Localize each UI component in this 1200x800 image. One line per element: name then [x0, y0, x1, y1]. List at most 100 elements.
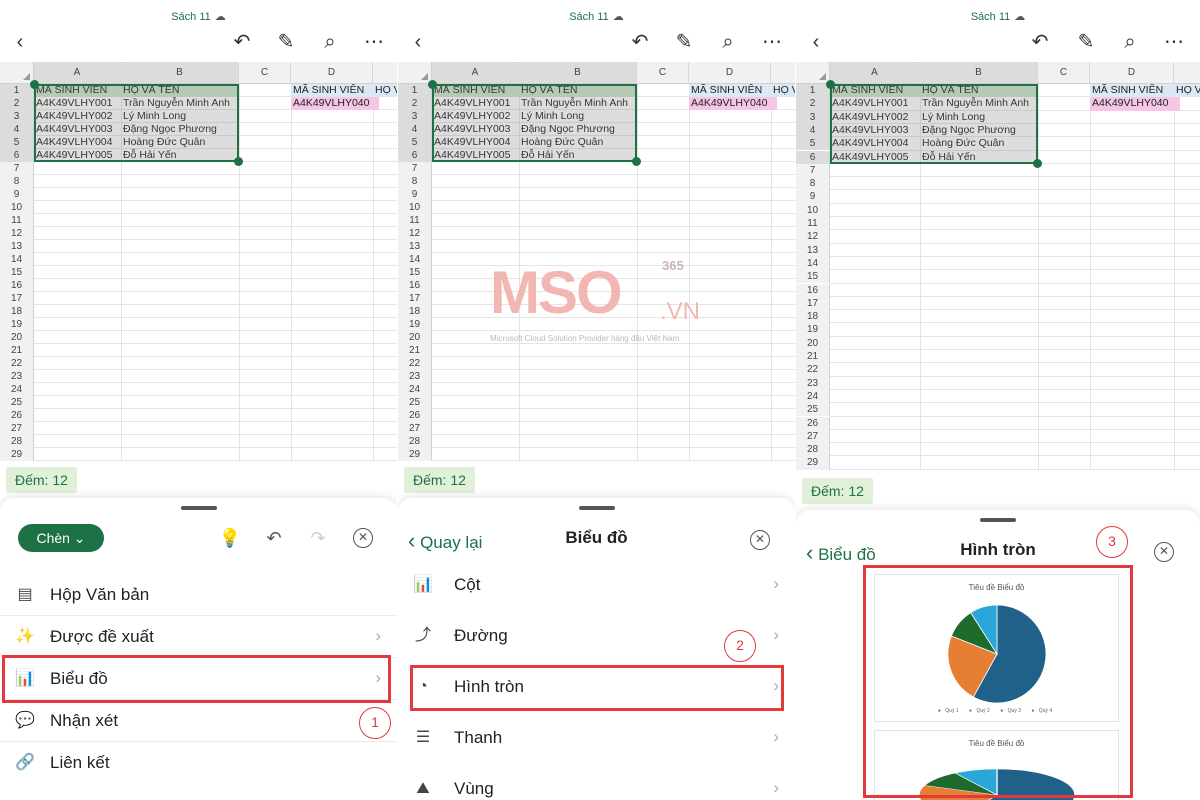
column-header[interactable]: A — [830, 62, 920, 84]
row-header[interactable]: 5 — [398, 136, 432, 149]
row-header[interactable]: 5 — [0, 136, 34, 149]
row-header[interactable]: 23 — [0, 370, 34, 383]
row-header[interactable]: 22 — [796, 363, 830, 377]
insert-dropdown-button[interactable]: Chèn ⌄ — [18, 524, 104, 552]
row-header[interactable]: 28 — [796, 443, 830, 457]
row-header[interactable]: 16 — [398, 279, 432, 292]
search-icon[interactable]: ⌕ — [716, 30, 740, 54]
column-header[interactable]: B — [519, 62, 637, 84]
row-header[interactable]: 28 — [398, 435, 432, 448]
row-header[interactable]: 23 — [796, 376, 830, 390]
column-header[interactable]: D — [1090, 62, 1174, 84]
row-header[interactable]: 11 — [398, 214, 432, 227]
row-header[interactable]: 16 — [0, 279, 34, 292]
row-header[interactable]: 26 — [398, 409, 432, 422]
column-header[interactable] — [373, 62, 397, 84]
row-header[interactable]: 20 — [796, 336, 830, 350]
row-header[interactable]: 1 — [398, 84, 432, 97]
cell-d2[interactable]: A4K49VLHY040 — [689, 97, 777, 110]
sheet-grabber[interactable] — [180, 506, 217, 510]
row-header[interactable]: 6 — [0, 149, 34, 162]
selection-handle[interactable] — [826, 80, 835, 89]
row-header[interactable]: 14 — [398, 253, 432, 266]
search-icon[interactable]: ⌕ — [1118, 30, 1142, 54]
row-header[interactable]: 25 — [0, 396, 34, 409]
selection-range[interactable] — [432, 84, 637, 162]
chart-type-column[interactable]: 📊 Cột › — [398, 564, 795, 606]
undo-icon[interactable]: ↶ — [262, 526, 286, 550]
row-header[interactable]: 28 — [0, 435, 34, 448]
cell-d1[interactable]: MÃ SINH VIÊN — [291, 84, 373, 97]
row-header[interactable]: 3 — [796, 110, 830, 124]
undo-icon[interactable]: ↶ — [1028, 30, 1052, 54]
row-header[interactable]: 6 — [796, 150, 830, 164]
row-header[interactable]: 15 — [398, 266, 432, 279]
row-header[interactable]: 7 — [0, 162, 34, 175]
select-all-corner[interactable] — [0, 62, 34, 84]
row-header[interactable]: 3 — [0, 110, 34, 123]
row-header[interactable]: 8 — [796, 177, 830, 191]
cell-e1[interactable]: HỌ V — [373, 84, 397, 97]
row-header[interactable]: 29 — [796, 456, 830, 470]
search-icon[interactable]: ⌕ — [318, 30, 342, 54]
row-header[interactable]: 25 — [398, 396, 432, 409]
selection-range[interactable] — [830, 84, 1038, 164]
row-header[interactable]: 21 — [0, 344, 34, 357]
menu-item-textbox[interactable]: ▤ Hộp Văn bản — [0, 574, 397, 616]
selection-handle[interactable] — [632, 157, 641, 166]
selection-handle[interactable] — [428, 80, 437, 89]
cell-e1[interactable]: HỌ V — [1174, 84, 1200, 98]
cell-d2[interactable]: A4K49VLHY040 — [291, 97, 379, 110]
row-header[interactable]: 8 — [0, 175, 34, 188]
row-header[interactable]: 1 — [796, 84, 830, 98]
spreadsheet-grid[interactable]: A B C D 1 2 3 4 5 6 7 8 9 10 11 12 13 14 15 16 17 18 19 20 21 22 2… — [0, 62, 397, 464]
row-header[interactable]: 27 — [796, 429, 830, 444]
row-header[interactable]: 10 — [796, 203, 830, 217]
row-header[interactable]: 17 — [398, 292, 432, 305]
select-all-corner[interactable] — [796, 62, 830, 84]
column-header[interactable]: B — [121, 62, 239, 84]
selection-handle[interactable] — [1033, 158, 1042, 168]
column-header[interactable] — [1174, 62, 1200, 84]
column-header[interactable]: C — [1038, 62, 1090, 84]
row-header[interactable]: 19 — [796, 323, 830, 337]
row-header[interactable]: 24 — [796, 389, 830, 404]
close-icon[interactable]: ✕ — [750, 530, 770, 550]
row-header[interactable]: 19 — [398, 318, 432, 331]
row-header[interactable]: 29 — [0, 448, 34, 461]
cell-d2[interactable]: A4K49VLHY040 — [1090, 97, 1180, 111]
row-header[interactable]: 20 — [0, 331, 34, 344]
column-header[interactable]: D — [689, 62, 771, 84]
row-header[interactable]: 12 — [0, 227, 34, 240]
row-header[interactable]: 25 — [796, 403, 830, 417]
column-header[interactable]: C — [637, 62, 689, 84]
back-icon[interactable]: ‹ — [804, 30, 828, 54]
lightbulb-icon[interactable]: 💡 — [218, 526, 242, 550]
row-header[interactable]: 23 — [398, 370, 432, 383]
row-header[interactable]: 26 — [796, 416, 830, 430]
row-header[interactable]: 2 — [796, 97, 830, 111]
column-header[interactable]: D — [291, 62, 373, 84]
row-header[interactable]: 10 — [398, 201, 432, 214]
row-header[interactable]: 21 — [398, 344, 432, 357]
row-header[interactable]: 17 — [0, 292, 34, 305]
row-header[interactable]: 15 — [796, 270, 830, 284]
row-header[interactable]: 24 — [398, 383, 432, 396]
row-header[interactable]: 4 — [0, 123, 34, 136]
row-header[interactable]: 26 — [0, 409, 34, 422]
select-all-corner[interactable] — [398, 62, 432, 84]
selection-handle[interactable] — [30, 80, 39, 89]
row-header[interactable]: 27 — [398, 422, 432, 435]
pen-icon[interactable]: ✎ — [274, 30, 298, 54]
cell-d1[interactable]: MÃ SINH VIÊN — [1090, 84, 1174, 98]
row-header[interactable]: 3 — [398, 110, 432, 123]
column-header[interactable]: C — [239, 62, 291, 84]
row-header[interactable]: 22 — [398, 357, 432, 370]
row-header[interactable]: 21 — [796, 350, 830, 364]
back-icon[interactable]: ‹ — [8, 30, 32, 54]
row-header[interactable]: 6 — [398, 149, 432, 162]
cell-e1[interactable]: HỌ V — [771, 84, 795, 97]
row-header[interactable]: 18 — [0, 305, 34, 318]
row-header[interactable]: 29 — [398, 448, 432, 461]
close-icon[interactable]: ✕ — [353, 528, 373, 548]
